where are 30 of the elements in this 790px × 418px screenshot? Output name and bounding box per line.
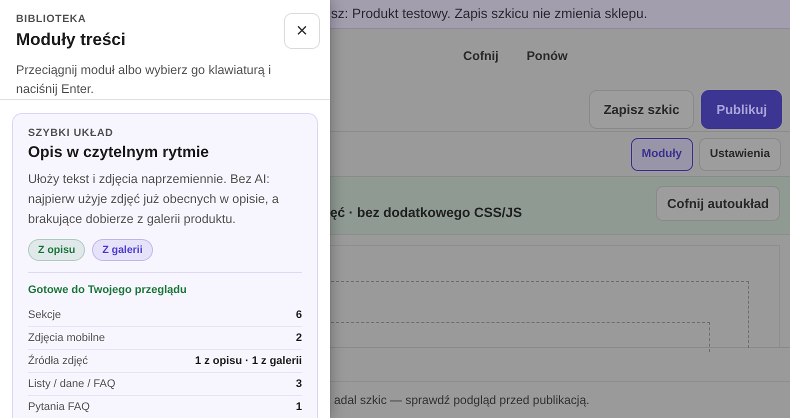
card-title: Opis w czytelnym rytmie — [28, 144, 210, 162]
save-draft-button[interactable]: Zapisz szkic — [588, 90, 694, 129]
summary-label: Źródła zdjęć — [28, 355, 88, 367]
summary-value: 3 — [296, 378, 302, 390]
footer-note: adal szkic — sprawdź podgląd przed publikacją. — [334, 393, 590, 407]
summary-value: 1 z opisu · 1 z galerii — [195, 355, 302, 367]
tab[interactable]: Moduły — [630, 138, 693, 170]
summary-label: Zdjęcia mobilne — [28, 332, 106, 344]
summary-label: Listy / dane / FAQ — [28, 378, 116, 390]
drawer-description: Przeciągnij moduł albo wybierz go klawiaturą i naciśnij Enter. — [16, 62, 272, 98]
drawer-eyebrow: BIBLIOTEKA — [16, 13, 88, 25]
history-button[interactable]: Ponów — [512, 49, 582, 63]
autolayout-status: ęć · bez dodatkowego CSS/JS — [330, 205, 522, 220]
publish-button[interactable]: Publikuj — [701, 90, 782, 129]
summary-label: Sekcje — [28, 309, 62, 321]
summary-label: Pytania FAQ — [28, 401, 90, 413]
source-tag: Z galerii — [92, 239, 153, 261]
drawer-title: Moduły treści — [16, 30, 127, 50]
source-tag: Z opisu — [28, 239, 86, 261]
undo-autolayout-button[interactable]: Cofnij autoukład — [656, 186, 780, 221]
card-eyebrow: SZYBKI UKŁAD — [28, 127, 114, 139]
summary-title: Gotowe do Twojego przeglądu — [28, 284, 188, 296]
history-button[interactable]: Cofnij — [449, 49, 513, 63]
close-button[interactable]: × — [284, 13, 320, 49]
card-description: Ułoży tekst i zdjęcia naprzemiennie. Bez AI: najpierw użyje zdjęć już obecnych w opisie, a brakujące dobierze z galerii produktu. — [28, 171, 280, 228]
tab[interactable]: Ustawienia — [698, 138, 781, 170]
summary-value: 2 — [296, 332, 302, 344]
quick-layout-card[interactable] — [12, 113, 318, 418]
summary-value: 1 — [296, 401, 302, 413]
summary-value: 6 — [296, 309, 302, 321]
